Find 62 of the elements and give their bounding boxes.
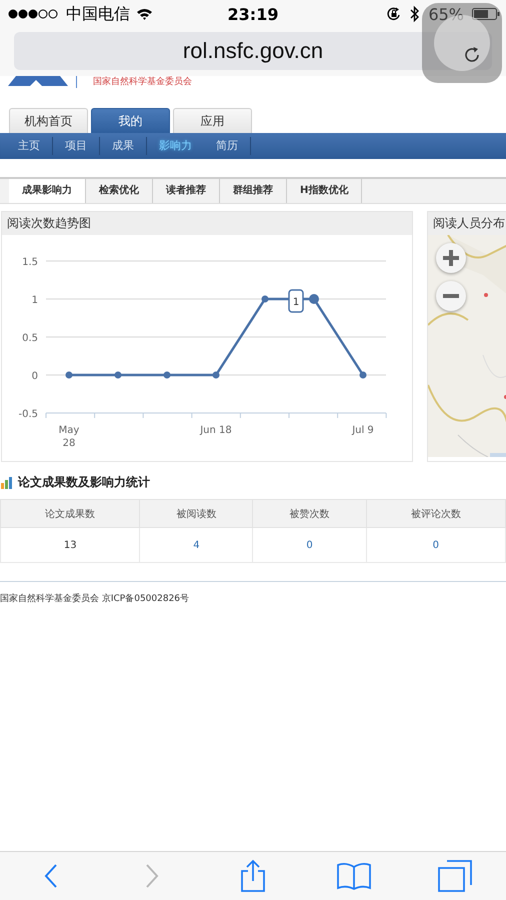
back-icon (44, 863, 58, 889)
panel-title: 阅读次数趋势图 (7, 216, 91, 230)
carrier-name: 中国电信 (66, 4, 130, 24)
main-tab[interactable]: 应用 (173, 108, 252, 133)
nav-link[interactable]: 简历 (204, 137, 251, 155)
plus-icon (441, 248, 461, 268)
book-icon (336, 862, 372, 890)
data-point[interactable] (360, 372, 366, 378)
y-tick-label: 1.5 (22, 257, 38, 268)
main-tab[interactable]: 机构首页 (9, 108, 88, 133)
main-tab[interactable]: 我的 (91, 108, 170, 133)
tabs-icon (438, 860, 472, 892)
annotation: 1 (292, 297, 300, 308)
footer-text: 国家自然科学基金委员会 京ICP备05002826号 (0, 581, 506, 605)
section-title: 论文成果数及影响力统计 (18, 474, 150, 491)
organization-name: 国家自然科学基金委员会 (93, 76, 192, 88)
x-tick-label: Jul 9 (352, 425, 374, 436)
sub-tab[interactable]: H指数优化 (287, 179, 362, 203)
battery-icon (472, 8, 500, 20)
data-point[interactable] (262, 296, 268, 302)
data-point[interactable] (114, 372, 122, 378)
bar-chart-icon (1, 476, 13, 488)
y-tick-label: -0.5 (18, 409, 38, 420)
column-header: 论文成果数 (0, 500, 140, 528)
sub-tab[interactable]: 成果影响力 (9, 179, 86, 203)
sub-tab[interactable]: 检索优化 (86, 179, 153, 203)
wifi-icon (136, 8, 153, 20)
floating-reload-button[interactable] (422, 3, 502, 83)
y-tick-label: 0 (32, 371, 38, 382)
nav-link[interactable]: 主页 (6, 137, 53, 155)
column-header: 被阅读数 (140, 500, 253, 528)
data-point[interactable] (212, 372, 220, 378)
forward-icon (144, 863, 159, 889)
value-tooltip: 1 (288, 289, 304, 313)
count-link[interactable]: 0 (252, 528, 366, 562)
clock-time: 23:19 (226, 4, 280, 24)
table-cell: 13 (0, 528, 140, 562)
count-link[interactable]: 4 (140, 528, 253, 562)
nav-link[interactable]: 成果 (100, 137, 147, 155)
count-link[interactable]: 0 (366, 528, 506, 562)
address-bar[interactable]: rol.nsfc.gov.cn (14, 32, 492, 70)
rotation-lock-icon (386, 6, 402, 22)
x-tick-label: May 28 (58, 425, 80, 449)
panel-title: 阅读人员分布 (433, 216, 505, 230)
column-header: 被评论次数 (366, 500, 506, 528)
y-tick-label: 0.5 (22, 333, 38, 344)
reload-icon (462, 45, 482, 65)
column-header: 被赞次数 (252, 500, 366, 528)
bluetooth-icon (410, 5, 420, 23)
y-tick-label: 1 (32, 295, 38, 306)
sub-tab[interactable]: 群组推荐 (220, 179, 287, 203)
share-icon (240, 859, 266, 893)
data-point[interactable] (309, 294, 319, 304)
data-point[interactable] (164, 372, 170, 378)
nav-link[interactable]: 影响力 (147, 137, 204, 155)
sub-tab[interactable]: 读者推荐 (153, 179, 220, 203)
minus-icon (441, 293, 461, 299)
x-tick-label: Jun 18 (200, 425, 232, 436)
battery-percent: 65% (428, 4, 464, 24)
data-point[interactable] (66, 372, 72, 378)
signal-icon (8, 9, 60, 19)
nav-link[interactable]: 项目 (53, 137, 100, 155)
